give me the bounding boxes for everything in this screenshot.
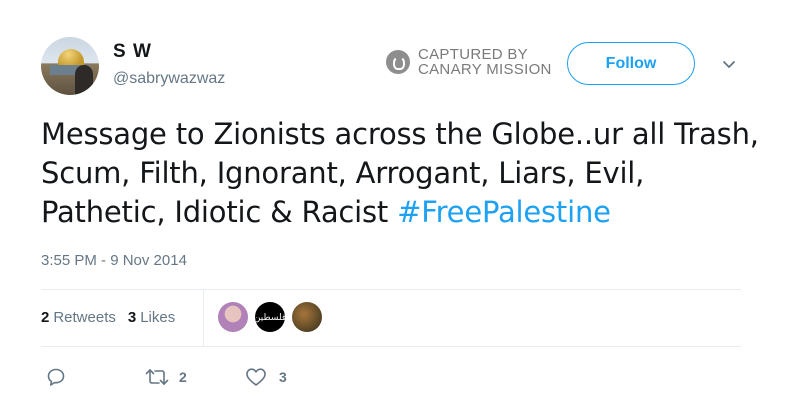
chevron-down-icon[interactable] xyxy=(722,58,736,72)
tweet-timestamp[interactable]: 3:55 PM - 9 Nov 2014 xyxy=(41,252,187,269)
canary-mission-logo-icon xyxy=(386,50,410,74)
stats-separator xyxy=(203,290,204,346)
retweet-count: 2 xyxy=(179,369,187,385)
avatar-person-shape xyxy=(75,65,93,95)
reply-icon xyxy=(47,368,65,386)
captured-badge: CAPTURED BY CANARY MISSION xyxy=(386,47,552,77)
divider-bottom xyxy=(41,346,741,347)
likes-stat[interactable]: 3 Likes xyxy=(128,309,175,326)
retweets-label: Retweets xyxy=(53,309,116,326)
user-handle[interactable]: @sabrywazwaz xyxy=(113,70,225,88)
liker-avatar-1[interactable] xyxy=(218,302,248,332)
retweets-stat[interactable]: 2 Retweets xyxy=(41,309,116,326)
retweet-button[interactable]: 2 xyxy=(145,367,187,387)
captured-line2: CANARY MISSION xyxy=(418,61,552,78)
engagement-stats: 2 Retweets 3 Likes xyxy=(41,309,175,326)
liker-avatar-2[interactable]: فلسطين xyxy=(255,302,285,332)
user-name[interactable]: S W xyxy=(113,41,152,63)
reply-button[interactable] xyxy=(46,367,66,387)
likes-label: Likes xyxy=(140,309,176,326)
liker-avatar-2-text: فلسطين xyxy=(255,311,285,322)
like-button[interactable]: 3 xyxy=(245,367,287,387)
follow-button[interactable]: Follow xyxy=(567,42,695,85)
likes-count: 3 xyxy=(127,309,137,326)
heart-icon xyxy=(246,368,266,386)
retweet-icon xyxy=(145,369,169,385)
liker-avatar-3[interactable] xyxy=(292,302,322,332)
hashtag-link[interactable]: #FreePalestine xyxy=(397,195,611,229)
like-count: 3 xyxy=(279,369,287,385)
avatar[interactable] xyxy=(41,37,99,95)
captured-text: CAPTURED BY CANARY MISSION xyxy=(418,47,552,77)
divider-top xyxy=(41,289,741,290)
tweet-text: Message to Zionists across the Globe..ur… xyxy=(41,115,761,232)
captured-line1: CAPTURED BY xyxy=(418,46,528,63)
retweets-count: 2 xyxy=(41,309,50,326)
